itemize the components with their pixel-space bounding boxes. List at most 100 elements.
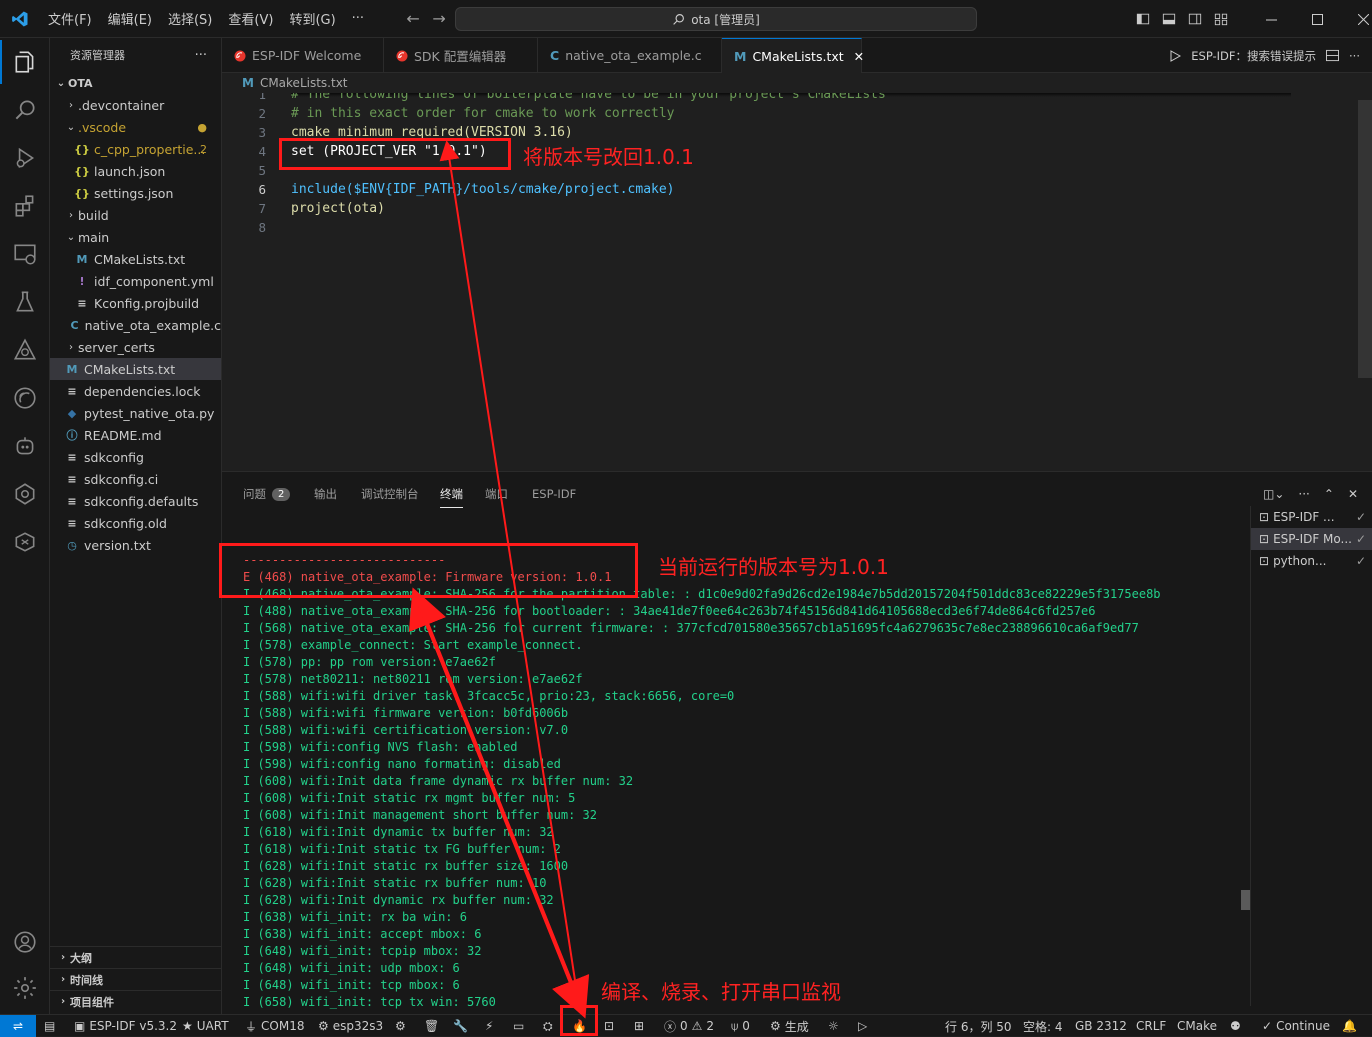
terminal-instance[interactable]: ⊡ python... ✓ [1251, 550, 1372, 572]
indentation[interactable]: 空格: 4 [1023, 1015, 1063, 1037]
run-debug-icon[interactable] [0, 134, 50, 182]
full-clean-icon[interactable]: 🗑 [424, 1015, 439, 1037]
maximize-panel-icon[interactable]: ⌃ [1324, 487, 1334, 501]
close-tab-icon[interactable]: ✕ [854, 49, 864, 64]
search-view-icon[interactable] [0, 86, 50, 134]
idf-version-button[interactable]: ▣ ESP-IDF v5.3.2 [74, 1015, 177, 1037]
flash-icon[interactable]: ⚡ [485, 1015, 493, 1037]
maximize-icon[interactable] [1294, 0, 1340, 38]
close-window-icon[interactable] [1340, 0, 1372, 38]
tree-item[interactable]: Cnative_ota_example.c [50, 314, 221, 336]
tab-native-ota-example[interactable]: C native_ota_example.c [538, 38, 722, 73]
tree-item[interactable]: ◆ pytest_native_ota.py [50, 402, 221, 424]
end-of-line[interactable]: CRLF [1136, 1015, 1166, 1037]
terminal-output[interactable]: ---------------------------- E (468) nati… [243, 552, 1243, 1011]
accounts-icon[interactable] [0, 918, 50, 966]
tree-item[interactable]: ⓘ README.md [50, 424, 221, 446]
esp-idf-explorer-icon[interactable] [0, 326, 50, 374]
tree-item[interactable]: ≡ sdkconfig [50, 446, 221, 468]
testing-icon[interactable] [0, 278, 50, 326]
explorer-icon[interactable] [0, 38, 50, 86]
toggle-primary-sidebar-icon[interactable] [1130, 0, 1156, 38]
terminal-layout-icon[interactable]: ◫⌄ [1263, 487, 1284, 501]
project-components-section[interactable]: › 项目组件 [50, 990, 221, 1012]
workspace-root[interactable]: ⌄ OTA [50, 72, 221, 94]
panel-more-icon[interactable]: ··· [1298, 487, 1309, 501]
tree-item[interactable]: › .devcontainer [50, 94, 221, 116]
tree-item[interactable]: {} launch.json [50, 160, 221, 182]
menu-selection[interactable]: 选择(S) [160, 0, 220, 38]
tree-item[interactable]: ≡ dependencies.lock [50, 380, 221, 402]
more-actions-icon[interactable]: ··· [1349, 49, 1360, 63]
tree-item[interactable]: ! idf_component.yml [50, 270, 221, 292]
tree-item[interactable]: ⌄ main [50, 226, 221, 248]
tab-output[interactable]: 输出 [314, 480, 337, 508]
custom-task-icon[interactable]: ⊞ [634, 1015, 644, 1037]
flash-method-button[interactable]: ★ UART [182, 1015, 229, 1037]
tree-item[interactable]: ⌄ .vscode ● [50, 116, 221, 138]
settings-gear-icon[interactable] [0, 964, 50, 1012]
tree-item[interactable]: › build [50, 204, 221, 226]
tab-esp-idf[interactable]: ESP-IDF [532, 480, 576, 508]
platform-icon[interactable] [0, 470, 50, 518]
sdk-config-icon[interactable]: ⚙ [395, 1015, 406, 1037]
problems-status[interactable]: ⓧ 0 ⚠ 2 [664, 1015, 714, 1037]
menu-edit[interactable]: 编辑(E) [100, 0, 160, 38]
tab-problems[interactable]: 问题 2 [243, 480, 291, 508]
copilot-status-icon[interactable]: ⚉ [1230, 1015, 1241, 1037]
command-center-search[interactable]: ota [管理员] [455, 7, 977, 31]
cmake-debug-icon[interactable]: ☼ [828, 1015, 839, 1037]
menu-file[interactable]: 文件(F) [40, 0, 100, 38]
customize-layout-icon[interactable] [1208, 0, 1234, 38]
tree-item[interactable]: ≡ sdkconfig.defaults [50, 490, 221, 512]
run-icon[interactable] [1169, 49, 1182, 62]
tree-item[interactable]: › server_certs [50, 336, 221, 358]
menu-view[interactable]: 查看(V) [220, 0, 281, 38]
esp-idf-icon[interactable] [0, 374, 50, 422]
outline-section[interactable]: › 大纲 [50, 946, 221, 968]
tab-debug-console[interactable]: 调试控制台 [361, 480, 419, 508]
forward-arrow-icon[interactable]: → [426, 0, 452, 38]
copilot-icon[interactable] [0, 422, 50, 470]
remote-explorer-icon[interactable] [0, 230, 50, 278]
cmake-run-icon[interactable]: ▷ [858, 1015, 867, 1037]
terminal-icon[interactable]: ⊡ [604, 1015, 614, 1037]
serial-port-button[interactable]: ⏚ COM18 [245, 1015, 304, 1037]
tree-item[interactable]: ≡ sdkconfig.ci [50, 468, 221, 490]
tree-item[interactable]: ◷ version.txt [50, 534, 221, 556]
target-button[interactable]: ⚙ esp32s3 [318, 1015, 383, 1037]
toggle-secondary-sidebar-icon[interactable] [1182, 0, 1208, 38]
editor-scrollbar[interactable] [1358, 100, 1372, 378]
cmake-build-button[interactable]: ⚙ 生成 [770, 1015, 809, 1037]
tree-item[interactable]: {} settings.json [50, 182, 221, 204]
new-window-icon[interactable]: ▤ [44, 1015, 55, 1037]
split-editor-icon[interactable] [1326, 49, 1340, 62]
build-icon[interactable]: 🔧 [453, 1015, 468, 1037]
tab-ports[interactable]: 端口 [485, 480, 508, 508]
monitor-icon[interactable]: ▭ [513, 1015, 524, 1037]
tab-esp-idf-welcome[interactable]: ESP-IDF Welcome [222, 38, 384, 73]
terminal-instance[interactable]: ⊡ ESP-IDF Mo... ✓ [1251, 528, 1372, 550]
back-arrow-icon[interactable]: ← [400, 0, 426, 38]
language-mode[interactable]: CMake [1177, 1015, 1217, 1037]
tab-cmakelists[interactable]: M CMakeLists.txt ✕ [722, 38, 864, 73]
minimize-icon[interactable] [1248, 0, 1294, 38]
explorer-more-button[interactable]: ··· [195, 48, 207, 63]
debug-icon[interactable]: ⛭ [543, 1015, 553, 1037]
tab-sdk-config-editor[interactable]: SDK 配置编辑器 [384, 38, 538, 73]
menu-go[interactable]: 转到(G) [281, 0, 343, 38]
timeline-section[interactable]: › 时间线 [50, 968, 221, 990]
tree-item[interactable]: M CMakeLists.txt [50, 358, 221, 380]
cursor-position[interactable]: 行 6，列 50 [945, 1015, 1012, 1037]
tree-item[interactable]: M CMakeLists.txt [50, 248, 221, 270]
menu-more[interactable]: ··· [344, 0, 372, 38]
tab-terminal[interactable]: 终端 [440, 480, 463, 508]
close-panel-icon[interactable]: ✕ [1348, 487, 1358, 501]
ports-status[interactable]: ⍦ 0 [731, 1015, 750, 1037]
tree-item[interactable]: ≡ Kconfig.projbuild [50, 292, 221, 314]
continue-status[interactable]: ✓ Continue [1262, 1015, 1330, 1037]
remote-indicator-icon[interactable]: ⇌ [0, 1015, 36, 1037]
tree-item[interactable]: ≡ sdkconfig.old [50, 512, 221, 534]
continue-icon[interactable] [0, 518, 50, 566]
encoding[interactable]: GB 2312 [1075, 1015, 1127, 1037]
